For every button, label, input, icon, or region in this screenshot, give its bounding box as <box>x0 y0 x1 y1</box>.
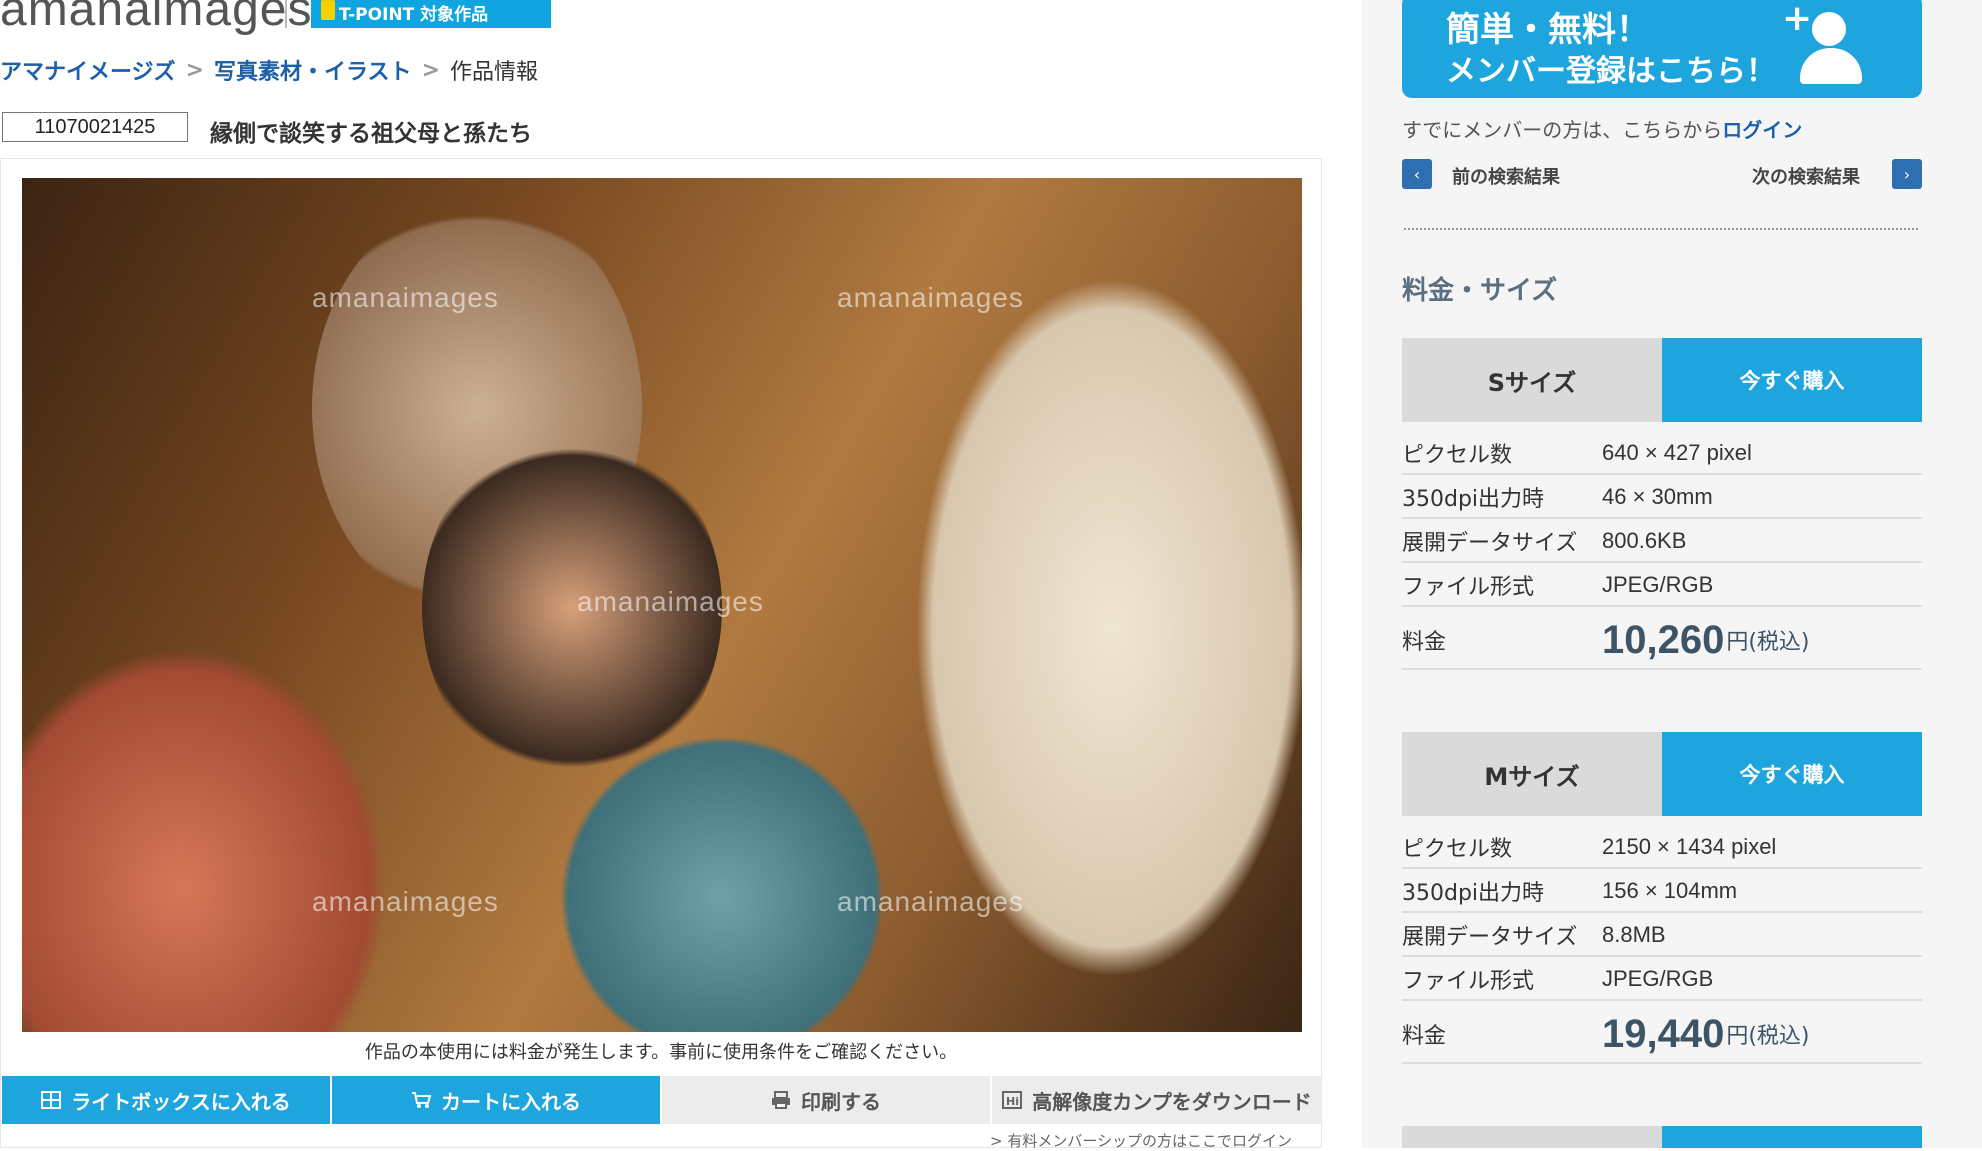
price-row: 料金 19,440 円(税込) <box>1402 1006 1922 1064</box>
cart-icon <box>412 1092 431 1108</box>
print-icon <box>772 1091 790 1109</box>
spec-row: ピクセル数 2150 × 1434 pixel <box>1402 826 1922 869</box>
buy-s-button[interactable]: 今すぐ購入 <box>1662 338 1922 422</box>
spec-label: ピクセル数 <box>1402 442 1513 468</box>
spec-value: 46 × 30mm <box>1602 483 1713 509</box>
breadcrumb-separator: > <box>421 57 440 83</box>
spec-value: 8.8MB <box>1602 921 1666 947</box>
amanaimages-logo[interactable]: amanaimages <box>0 0 313 36</box>
spec-label: 350dpi出力時 <box>1402 486 1545 512</box>
add-to-cart-label: カートに入れる <box>441 1089 581 1114</box>
price-value: 19,440 <box>1602 1011 1725 1056</box>
prev-result-link[interactable]: 前の検索結果 <box>1452 163 1560 189</box>
spec-value: JPEG/RGB <box>1602 965 1714 991</box>
breadcrumb-home-link[interactable]: アマナイメージズ <box>0 54 176 86</box>
watermark: amanaimages <box>312 886 499 917</box>
download-comp-button[interactable]: Hi 高解像度カンプをダウンロード <box>992 1076 1322 1124</box>
spec-label: 展開データサイズ <box>1402 924 1578 950</box>
spec-value: 156 × 104mm <box>1602 877 1738 903</box>
photo-shape-dress <box>522 738 922 1032</box>
breadcrumb-category-link[interactable]: 写真素材・イラスト <box>214 54 412 86</box>
photo-shape-boy <box>22 608 422 1032</box>
size-m-name: Mサイズ <box>1402 732 1662 816</box>
member-signup-banner[interactable]: 簡単・無料！ メンバー登録はこちら！ + <box>1402 0 1922 98</box>
login-link[interactable]: ログイン <box>1722 118 1802 142</box>
buy-m-button[interactable]: 今すぐ購入 <box>1662 732 1922 816</box>
page-title: 縁側で談笑する祖父母と孫たち <box>210 121 532 147</box>
size-s-header: Sサイズ 今すぐ購入 <box>1402 338 1922 422</box>
add-to-lightbox-button[interactable]: ライトボックスに入れる <box>2 1076 330 1124</box>
buy-l-button[interactable] <box>1662 1126 1922 1148</box>
watermark: amanaimages <box>837 886 1024 917</box>
pricing-section-title: 料金・サイズ <box>1402 276 1558 306</box>
price-value: 10,260 <box>1602 617 1725 662</box>
user-icon <box>1812 12 1846 46</box>
watermark: amanaimages <box>577 586 764 617</box>
spec-row: ピクセル数 640 × 427 pixel <box>1402 432 1922 475</box>
next-result-icon[interactable]: › <box>1892 159 1922 189</box>
spec-value: 640 × 427 pixel <box>1602 439 1752 465</box>
breadcrumb-current: 作品情報 <box>450 60 539 85</box>
logo-text: amanaimages <box>0 0 313 36</box>
tpoint-badge-label: T-POINT 対象作品 <box>339 4 489 25</box>
size-s-name: Sサイズ <box>1402 338 1662 422</box>
download-comp-label: 高解像度カンプをダウンロード <box>1032 1089 1312 1114</box>
price-suffix: 円(税込) <box>1726 1024 1810 1049</box>
prev-result-icon[interactable]: ‹ <box>1402 159 1432 189</box>
add-to-cart-button[interactable]: カートに入れる <box>332 1076 660 1124</box>
usage-notice: 作品の本使用には料金が発生します。事前に使用条件をご確認ください。 <box>364 1042 958 1063</box>
divider <box>1404 228 1918 230</box>
spec-value: JPEG/RGB <box>1602 571 1714 597</box>
spec-label: ファイル形式 <box>1402 968 1535 994</box>
size-m-header: Mサイズ 今すぐ購入 <box>1402 732 1922 816</box>
add-to-lightbox-label: ライトボックスに入れる <box>71 1089 291 1114</box>
price-row: 料金 10,260 円(税込) <box>1402 612 1922 670</box>
login-prompt: すでにメンバーの方は、こちらからログイン <box>1402 114 1802 143</box>
print-label: 印刷する <box>801 1089 881 1114</box>
plus-icon: + <box>1782 0 1813 39</box>
price-label: 料金 <box>1402 630 1447 655</box>
spec-value: 800.6KB <box>1602 527 1687 553</box>
svg-text:Hi: Hi <box>1006 1095 1019 1108</box>
spec-label: 350dpi出力時 <box>1402 880 1545 906</box>
hires-icon: Hi <box>1002 1091 1023 1109</box>
spec-value: 2150 × 1434 pixel <box>1602 833 1777 859</box>
print-button[interactable]: 印刷する <box>662 1076 990 1124</box>
spec-row: ファイル形式 JPEG/RGB <box>1402 958 1922 1001</box>
spec-row: 展開データサイズ 800.6KB <box>1402 520 1922 563</box>
watermark: amanaimages <box>837 282 1024 313</box>
spec-label: ファイル形式 <box>1402 574 1535 600</box>
photo-id: 11070021425 <box>2 112 188 142</box>
tpoint-icon <box>321 0 335 20</box>
spec-label: 展開データサイズ <box>1402 530 1578 556</box>
size-l-name <box>1402 1126 1662 1148</box>
spec-label: ピクセル数 <box>1402 836 1513 862</box>
price-label: 料金 <box>1402 1024 1447 1049</box>
tpoint-badge: T-POINT 対象作品 <box>311 0 551 28</box>
watermark: amanaimages <box>312 282 499 313</box>
spec-row: 350dpi出力時 156 × 104mm <box>1402 870 1922 913</box>
login-prefix: すでにメンバーの方は、こちらから <box>1402 118 1723 142</box>
breadcrumb-separator: > <box>185 57 204 83</box>
next-result-link[interactable]: 次の検索結果 <box>1752 163 1860 189</box>
breadcrumb: アマナイメージズ > 写真素材・イラスト > 作品情報 <box>0 54 538 86</box>
spec-row: ファイル形式 JPEG/RGB <box>1402 564 1922 607</box>
spec-row: 展開データサイズ 8.8MB <box>1402 914 1922 957</box>
spec-row: 350dpi出力時 46 × 30mm <box>1402 476 1922 519</box>
header-divider <box>285 0 287 28</box>
stock-photo[interactable]: amanaimages amanaimages amanaimages aman… <box>22 178 1302 1032</box>
banner-line1: 簡単・無料！ <box>1446 10 1650 50</box>
lightbox-icon <box>41 1091 62 1109</box>
size-l-header <box>1402 1126 1922 1148</box>
price-suffix: 円(税込) <box>1726 630 1810 655</box>
